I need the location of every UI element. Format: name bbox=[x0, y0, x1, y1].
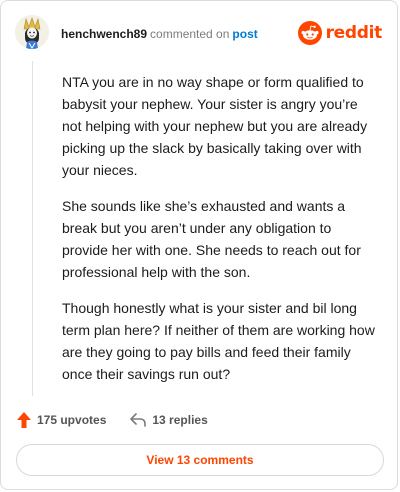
comment-body: NTA you are in no way shape or form qual… bbox=[62, 71, 380, 399]
commented-on-text: commented on bbox=[150, 27, 230, 41]
comment-paragraph-3: Though honestly what is your sister and … bbox=[62, 300, 375, 382]
reddit-logo[interactable]: reddit bbox=[297, 21, 383, 45]
view-comments-button[interactable]: View 13 comments bbox=[16, 444, 384, 476]
comment-meta: henchwench89 commented on post bbox=[61, 27, 258, 41]
reddit-wordmark: reddit bbox=[325, 23, 383, 43]
user-avatar[interactable] bbox=[15, 15, 49, 49]
thread-line[interactable] bbox=[32, 61, 33, 396]
comment-actions: 175 upvotes 13 replies bbox=[17, 409, 232, 431]
upvote-arrow-icon bbox=[17, 412, 31, 428]
avatar-icon bbox=[15, 15, 49, 49]
reddit-snoo-icon bbox=[297, 21, 322, 45]
username-link[interactable]: henchwench89 bbox=[61, 27, 147, 41]
reply-icon bbox=[130, 413, 147, 427]
upvote-button[interactable]: 175 upvotes bbox=[17, 412, 106, 428]
comment-paragraph-1: NTA you are in no way shape or form qual… bbox=[62, 74, 368, 178]
comment-header: henchwench89 commented on post reddit bbox=[1, 1, 397, 61]
comment-paragraph-2: She sounds like she’s exhausted and want… bbox=[62, 198, 361, 280]
replies-button[interactable]: 13 replies bbox=[130, 413, 208, 427]
upvote-count: 175 upvotes bbox=[37, 413, 107, 427]
post-link[interactable]: post bbox=[232, 27, 257, 41]
comment-card: henchwench89 commented on post reddit NTA … bbox=[0, 0, 398, 490]
reply-count: 13 replies bbox=[152, 413, 208, 427]
